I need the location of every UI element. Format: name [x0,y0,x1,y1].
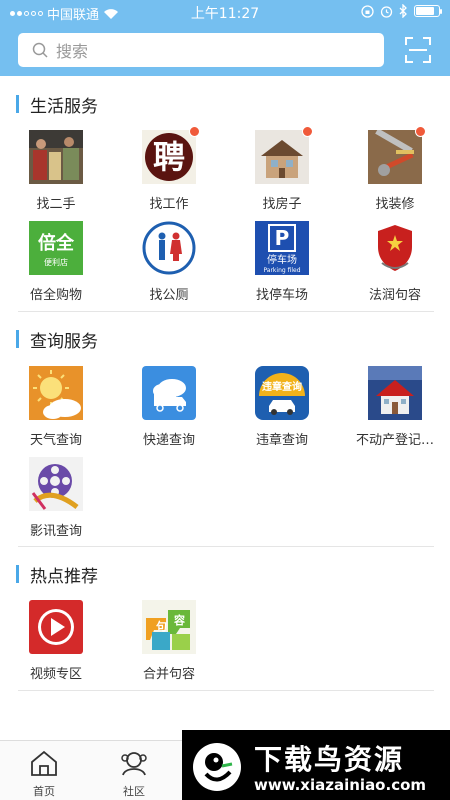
service-item-jurong[interactable]: 句容 合并句容 [113,600,225,682]
violation-icon: 违章查询 [255,366,309,420]
parking-icon-cn: 停车场 [267,253,297,266]
house-icon [255,126,313,184]
service-label: 找装修 [375,197,415,212]
service-label: 找公厕 [149,288,189,303]
section-header-hot: 热点推荐 [16,563,98,587]
home-icon [31,750,57,776]
search-input[interactable]: 搜索 [18,33,384,67]
search-placeholder: 搜索 [56,42,89,61]
watermark-title: 下载鸟资源 [254,743,405,776]
video-play-icon [29,600,83,654]
service-label: 影讯查询 [29,524,82,539]
second-hand-icon [29,130,83,184]
job-icon-glyph: 聘 [153,138,185,176]
orientation-lock-icon [361,4,374,18]
beiquan-icon-text: 倍全 [38,232,75,254]
status-bar: 中国联通 上午11:27 [0,0,450,24]
tab-label: 首页 [33,785,55,798]
truck-icon [142,366,196,420]
beiquan-logo-icon: 倍全 便利店 [29,221,83,275]
service-item-real-estate[interactable]: 不动产登记… [339,366,450,448]
tab-community[interactable]: 社区 [104,749,164,799]
notification-badge [189,126,200,137]
top-bar: 中国联通 上午11:27 搜索 [0,0,450,76]
section-header-query: 查询服务 [16,328,98,352]
law-emblem-icon [368,221,422,275]
real-estate-icon [368,366,422,420]
violation-icon-text: 违章查询 [262,380,302,393]
parking-icon-letter: P [275,226,290,250]
service-label: 天气查询 [29,433,82,448]
service-item-law[interactable]: 法润句容 [339,221,450,303]
puzzle-icon-char-2: 容 [173,613,185,627]
section-divider [18,546,434,547]
service-item-violation[interactable]: 违章查询 违章查询 [226,366,338,448]
section-header-life: 生活服务 [16,93,98,117]
service-item-express[interactable]: 快递查询 [113,366,225,448]
section-divider [18,690,434,691]
battery-icon [414,5,442,17]
service-label: 找房子 [262,197,302,212]
section-accent-bar [16,330,19,348]
section-title: 热点推荐 [30,566,98,587]
bird-logo-icon [193,743,241,791]
service-item-video[interactable]: 视频专区 [0,600,112,682]
service-item-house[interactable]: 找房子 [226,126,338,212]
puzzle-icon: 句容 [142,600,196,654]
tools-icon [368,126,426,184]
scan-icon[interactable] [404,36,432,64]
service-label: 找停车场 [255,288,308,303]
section-title: 查询服务 [30,331,98,352]
status-icons [361,4,442,18]
bluetooth-icon [399,4,407,18]
section-title: 生活服务 [30,96,98,117]
alarm-icon [380,5,393,18]
service-item-job[interactable]: 聘 找工作 [113,126,225,212]
section-divider [18,311,434,312]
toilet-icon [142,221,196,275]
beiquan-icon-subtext: 便利店 [44,257,68,267]
parking-icon-en: Parking filed [263,267,300,274]
job-icon: 聘 [142,126,200,184]
service-label: 找二手 [36,197,76,212]
film-reel-icon [29,457,83,511]
service-label: 视频专区 [29,667,82,682]
service-label: 快递查询 [142,433,195,448]
service-label: 法润句容 [368,288,421,303]
service-label: 不动产登记… [355,433,434,448]
puzzle-icon-char-1: 句 [156,619,167,633]
weather-icon [29,366,83,420]
tab-label: 社区 [123,785,145,798]
service-item-parking[interactable]: P 停车场 Parking filed 找停车场 [226,221,338,303]
service-item-toilet[interactable]: 找公厕 [113,221,225,303]
service-label: 找工作 [149,197,189,212]
search-icon [32,42,48,58]
service-item-weather[interactable]: 天气查询 [0,366,112,448]
watermark-banner: 下载鸟资源 www.xiazainiao.com [182,730,450,800]
service-item-second-hand[interactable]: 找二手 [0,130,112,212]
parking-icon: P 停车场 Parking filed [255,221,309,275]
watermark-url: www.xiazainiao.com [254,776,427,794]
tab-home[interactable]: 首页 [14,749,74,799]
section-accent-bar [16,565,19,583]
service-label: 合并句容 [142,667,195,682]
community-icon [121,752,147,776]
service-item-beiquan[interactable]: 倍全便利店 倍全购物 [0,221,112,303]
service-label: 违章查询 [255,433,308,448]
service-item-movie[interactable]: 影讯查询 [0,457,112,539]
section-accent-bar [16,95,19,113]
service-item-renovation[interactable]: 找装修 [339,126,450,212]
notification-badge [302,126,313,137]
service-label: 倍全购物 [29,288,82,303]
notification-badge [415,126,426,137]
